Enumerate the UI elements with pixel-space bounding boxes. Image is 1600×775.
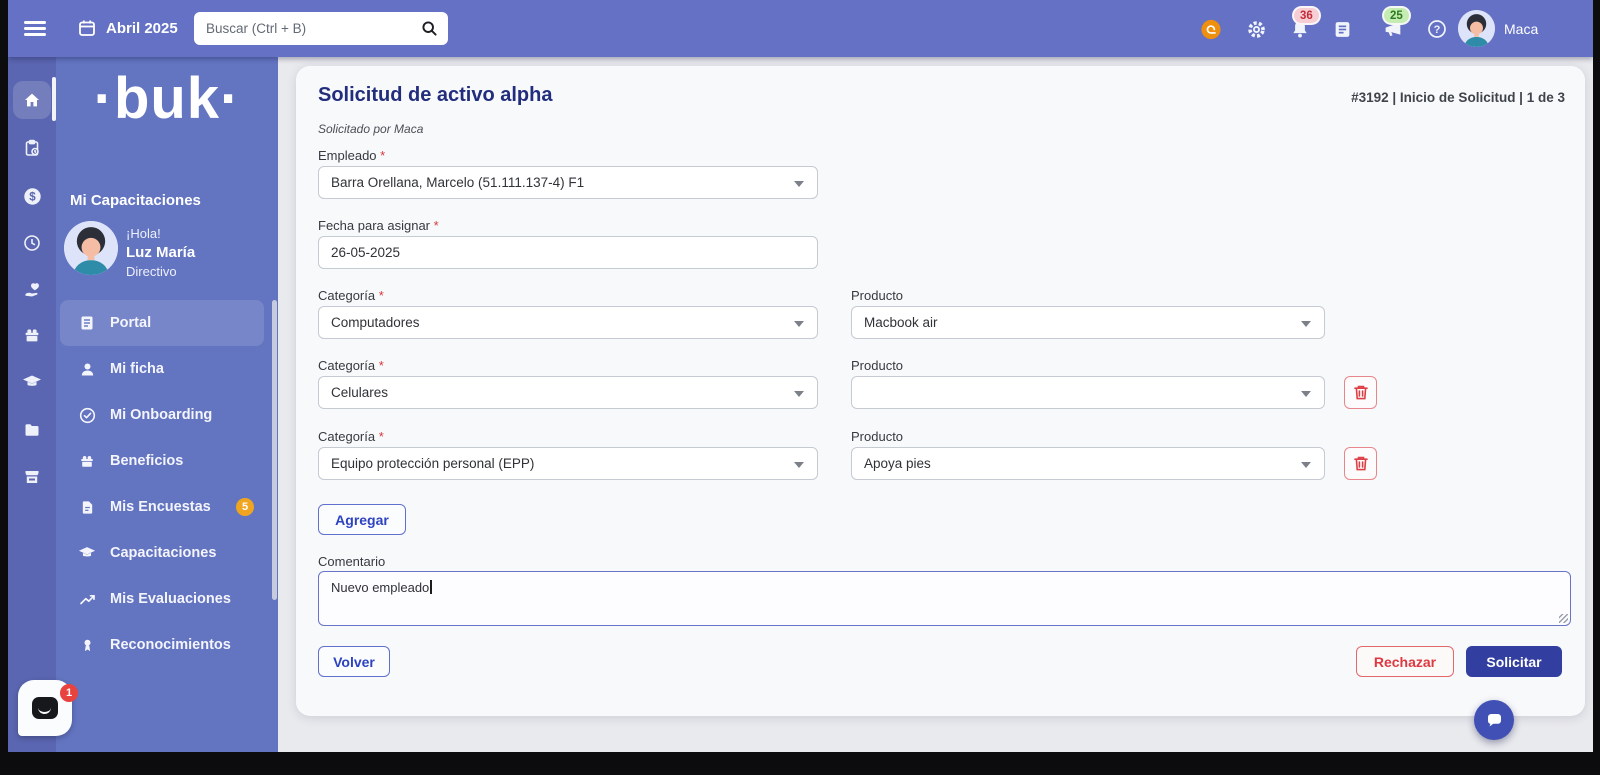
rewards-coin-icon[interactable] bbox=[1200, 18, 1222, 40]
delete-row-button[interactable] bbox=[1344, 376, 1377, 409]
request-meta: #3192 | Inicio de Solicitud | 1 de 3 bbox=[1351, 90, 1565, 105]
chevron-down-icon bbox=[794, 391, 804, 397]
portal-document-icon bbox=[78, 314, 96, 332]
help-icon[interactable]: ? bbox=[1426, 18, 1448, 40]
app-window: Abril 2025 bbox=[8, 0, 1593, 752]
encuestas-count-badge: 5 bbox=[236, 498, 254, 516]
sidebar-menu: Portal Mi ficha Mi Onboarding Beneficios bbox=[56, 300, 278, 668]
survey-document-icon bbox=[78, 498, 96, 516]
announcements-count-badge: 25 bbox=[1382, 6, 1411, 25]
rail-time-clock-icon[interactable] bbox=[13, 224, 51, 262]
empleado-label: Empleado * bbox=[318, 148, 385, 163]
notifications-count-badge: 36 bbox=[1292, 6, 1321, 25]
sidebar-item-beneficios[interactable]: Beneficios bbox=[56, 438, 278, 484]
rail-store-icon[interactable] bbox=[13, 458, 51, 496]
chevron-down-icon bbox=[794, 321, 804, 327]
chevron-down-icon bbox=[794, 181, 804, 187]
chevron-down-icon bbox=[1301, 462, 1311, 468]
sidebar-user-name: Luz María bbox=[126, 243, 195, 263]
volver-button[interactable]: Volver bbox=[318, 646, 390, 677]
producto-label: Producto bbox=[851, 429, 903, 444]
requested-by-text: Solicitado por Maca bbox=[318, 122, 423, 136]
user-avatar[interactable] bbox=[1458, 10, 1495, 47]
sidebar-item-portal[interactable]: Portal bbox=[60, 300, 264, 346]
top-navbar: Abril 2025 bbox=[8, 0, 1593, 57]
gift-icon bbox=[78, 452, 96, 470]
categoria-select-3[interactable]: Equipo protección personal (EPP) bbox=[318, 447, 818, 480]
trending-up-icon bbox=[78, 590, 96, 608]
categoria-select-2[interactable]: Celulares bbox=[318, 376, 818, 409]
award-medal-icon bbox=[78, 636, 96, 654]
sidebar-item-mis-evaluaciones[interactable]: Mis Evaluaciones bbox=[56, 576, 278, 622]
sidebar-item-mis-encuestas[interactable]: Mis Encuestas 5 bbox=[56, 484, 278, 530]
delete-row-button[interactable] bbox=[1344, 447, 1377, 480]
chat-fab-button[interactable] bbox=[1474, 700, 1514, 740]
comentario-textarea[interactable]: Nuevo empleado bbox=[318, 571, 1571, 626]
sidebar-item-reconocimientos[interactable]: Reconocimientos bbox=[56, 622, 278, 668]
rail-benefits-hand-heart-icon[interactable] bbox=[13, 271, 51, 309]
comentario-label: Comentario bbox=[318, 554, 385, 569]
chat-bubble-icon bbox=[32, 697, 58, 719]
fecha-input-wrap bbox=[318, 236, 818, 269]
user-menu[interactable]: Maca bbox=[1504, 21, 1538, 37]
producto-label: Producto bbox=[851, 358, 903, 373]
sidebar: ·buk· Mi Capacitaciones ¡Hola! Luz María… bbox=[56, 57, 278, 752]
solicitar-button[interactable]: Solicitar bbox=[1466, 646, 1562, 677]
svg-text:$: $ bbox=[29, 191, 36, 203]
categoria-label: Categoría * bbox=[318, 358, 384, 373]
producto-select-2[interactable] bbox=[851, 376, 1325, 409]
month-label: Abril 2025 bbox=[106, 20, 178, 37]
svg-text:?: ? bbox=[1434, 24, 1441, 36]
rail-attendance-clipboard-icon[interactable] bbox=[13, 129, 51, 167]
hamburger-menu-icon[interactable] bbox=[24, 21, 46, 36]
page-title: Solicitud de activo alpha bbox=[318, 84, 553, 107]
buk-logo[interactable]: ·buk· bbox=[56, 65, 278, 132]
request-form-card: Solicitud de activo alpha #3192 | Inicio… bbox=[296, 66, 1585, 716]
icon-rail: $ bbox=[8, 57, 56, 752]
sidebar-item-mi-ficha[interactable]: Mi ficha bbox=[56, 346, 278, 392]
rail-training-cap-icon[interactable] bbox=[13, 363, 51, 401]
search-icon[interactable] bbox=[421, 20, 438, 37]
settings-gear-icon[interactable] bbox=[1245, 18, 1267, 40]
sidebar-user-block: ¡Hola! Luz María Directivo bbox=[126, 225, 195, 281]
sidebar-user-avatar bbox=[64, 221, 118, 275]
graduation-cap-icon bbox=[78, 544, 96, 562]
sidebar-user-role: Directivo bbox=[126, 263, 195, 281]
period-selector[interactable]: Abril 2025 bbox=[78, 14, 178, 42]
calendar-icon bbox=[78, 19, 96, 37]
text-cursor bbox=[430, 580, 432, 594]
rail-documents-folder-icon[interactable] bbox=[13, 411, 51, 449]
chevron-down-icon bbox=[1301, 391, 1311, 397]
greeting-text: ¡Hola! bbox=[126, 225, 195, 243]
check-circle-icon bbox=[78, 406, 96, 424]
rail-gifts-icon[interactable] bbox=[13, 316, 51, 354]
categoria-label: Categoría * bbox=[318, 288, 384, 303]
producto-select-3[interactable]: Apoya pies bbox=[851, 447, 1325, 480]
notes-icon[interactable] bbox=[1331, 18, 1353, 40]
sidebar-scrollbar[interactable] bbox=[272, 300, 277, 600]
rail-payroll-dollar-icon[interactable]: $ bbox=[13, 177, 51, 215]
chevron-down-icon bbox=[794, 462, 804, 468]
sidebar-section-title: Mi Capacitaciones bbox=[70, 192, 201, 209]
chat-bubble-icon bbox=[1485, 711, 1504, 730]
sidebar-item-capacitaciones[interactable]: Capacitaciones bbox=[56, 530, 278, 576]
categoria-label: Categoría * bbox=[318, 429, 384, 444]
global-search bbox=[194, 12, 448, 45]
search-input[interactable] bbox=[194, 21, 421, 36]
producto-label: Producto bbox=[851, 288, 903, 303]
chat-unread-badge: 1 bbox=[60, 684, 78, 702]
fecha-input[interactable] bbox=[331, 245, 805, 260]
categoria-select-1[interactable]: Computadores bbox=[318, 306, 818, 339]
person-icon bbox=[78, 360, 96, 378]
agregar-button[interactable]: Agregar bbox=[318, 504, 406, 535]
rail-home-icon[interactable] bbox=[13, 81, 51, 119]
chevron-down-icon bbox=[1301, 321, 1311, 327]
empleado-select[interactable]: Barra Orellana, Marcelo (51.111.137-4) F… bbox=[318, 166, 818, 199]
sidebar-item-mi-onboarding[interactable]: Mi Onboarding bbox=[56, 392, 278, 438]
rechazar-button[interactable]: Rechazar bbox=[1356, 646, 1454, 677]
fecha-label: Fecha para asignar * bbox=[318, 218, 439, 233]
producto-select-1[interactable]: Macbook air bbox=[851, 306, 1325, 339]
